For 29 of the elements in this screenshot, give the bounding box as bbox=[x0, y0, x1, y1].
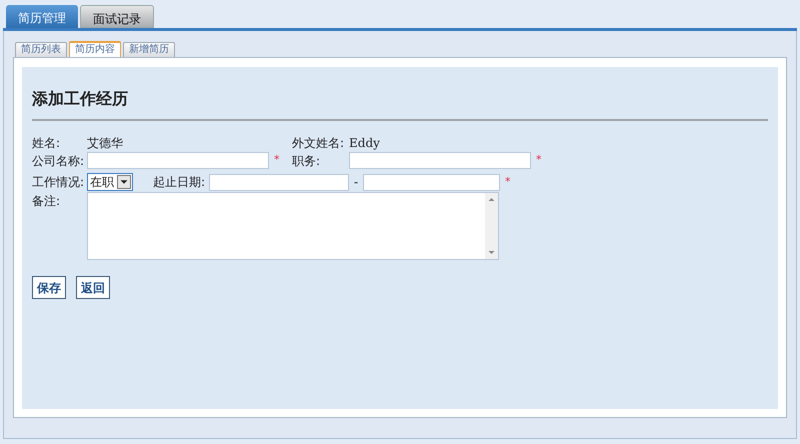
form-button[interactable]: 返回 bbox=[76, 276, 110, 299]
required-mark: * bbox=[274, 152, 280, 168]
sub-tab[interactable]: 简历内容 bbox=[69, 41, 121, 57]
field-value: Eddy bbox=[349, 135, 380, 152]
main-tab[interactable]: 面试记录 bbox=[80, 5, 154, 28]
input-field[interactable] bbox=[363, 174, 500, 190]
form-button[interactable]: 保存 bbox=[32, 276, 66, 299]
field-label: 备注: bbox=[32, 193, 62, 208]
field-label: 起止日期: bbox=[153, 174, 206, 191]
input-field[interactable] bbox=[349, 152, 531, 169]
field-label: 工作情况: bbox=[32, 174, 86, 191]
status-dropdown[interactable]: 在职 bbox=[87, 173, 133, 191]
date-separator: - bbox=[352, 174, 360, 191]
field-label: 公司名称: bbox=[32, 152, 86, 170]
caret-icon bbox=[117, 175, 131, 189]
sub-tab[interactable]: 简历列表 bbox=[15, 42, 67, 57]
remarks-textarea[interactable] bbox=[87, 192, 499, 260]
required-mark: * bbox=[505, 174, 512, 190]
required-mark: * bbox=[536, 152, 542, 168]
input-field[interactable] bbox=[209, 174, 349, 190]
input-field[interactable] bbox=[87, 152, 269, 169]
form-heading: 添加工作经历 bbox=[32, 88, 129, 109]
field-label: 外文姓名: bbox=[292, 135, 346, 152]
field-label: 职务: bbox=[292, 152, 322, 170]
sub-tab[interactable]: 新增简历 bbox=[123, 42, 175, 57]
field-label: 姓名: bbox=[32, 135, 62, 152]
scrollbar-icon bbox=[485, 193, 498, 259]
main-tab[interactable]: 简历管理 bbox=[6, 5, 78, 28]
field-value: 艾德华 bbox=[87, 135, 124, 152]
